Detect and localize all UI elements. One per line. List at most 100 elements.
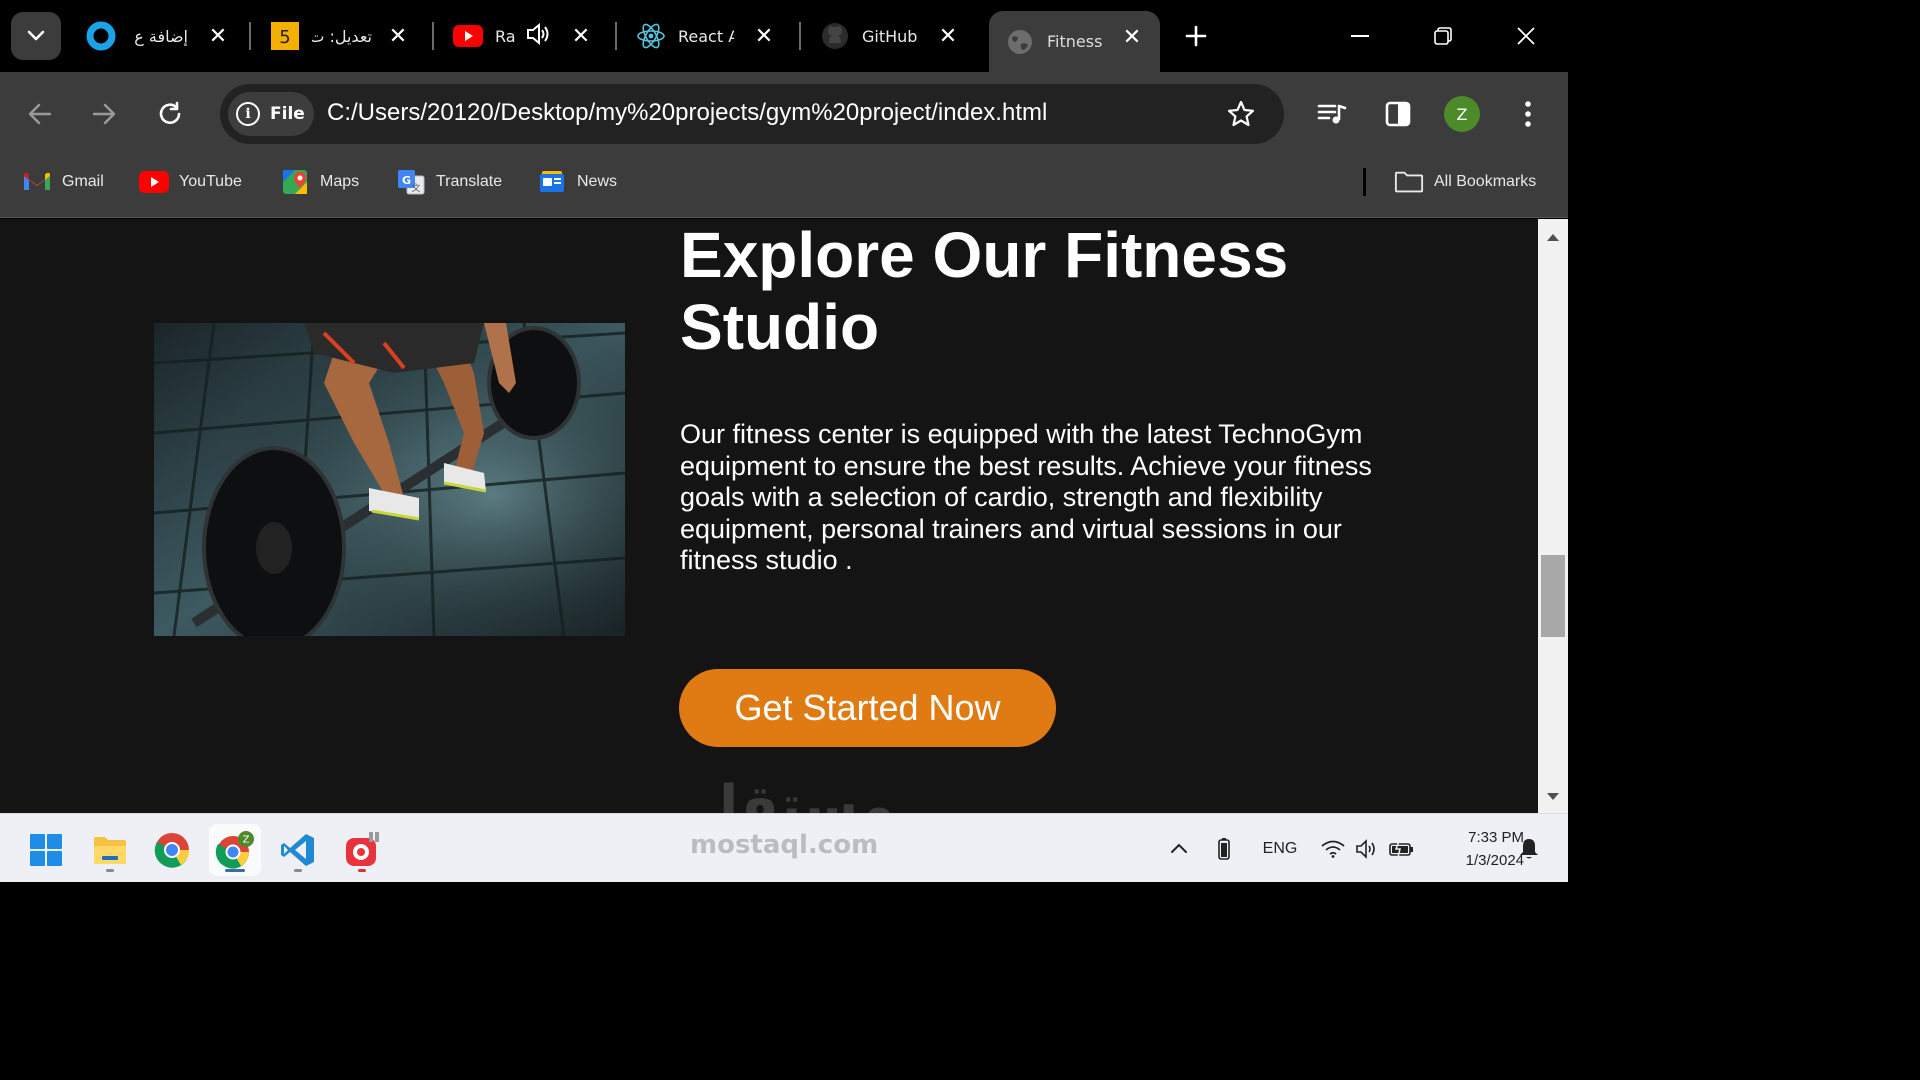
running-indicator [358,869,366,872]
windows-start-icon [30,834,62,866]
translate-icon: G文 [396,169,426,195]
tab-1[interactable]: إضافة ع ✕ [86,12,230,60]
bookmark-label: Gmail [62,173,104,190]
five-badge-icon: 5 [270,21,300,51]
svg-text:G: G [402,174,411,187]
language-label: ENG [1262,839,1298,857]
section-heading: Explore Our Fitness Studio [680,219,1289,363]
svg-text:文: 文 [411,182,420,194]
bookmark-news[interactable]: News [537,162,617,202]
file-explorer-taskbar[interactable] [84,824,136,876]
screen-recorder-taskbar[interactable] [336,824,388,876]
close-icon[interactable]: ✕ [752,24,776,49]
bookmarks-divider [1363,168,1366,196]
profile-avatar[interactable]: Z [1444,96,1480,132]
profile-initial: Z [1456,104,1468,124]
tab-title: إضافة ع [134,26,188,46]
restore-icon [1434,27,1452,45]
battery-indicator[interactable] [1212,814,1236,883]
battery-charging-icon [1389,840,1413,857]
page-viewport: Explore Our Fitness Studio Our fitness c… [0,219,1538,813]
vscode-icon [281,834,314,866]
section-description: Our fitness center is equipped with the … [680,419,1372,575]
bookmark-label: YouTube [179,173,242,190]
browser-menu-button[interactable] [1508,96,1548,132]
more-vertical-icon [1525,101,1531,127]
blue-ring-icon [86,21,116,51]
scroll-up-arrow[interactable] [1545,229,1561,245]
bookmark-gmail[interactable]: Gmail [22,162,104,202]
close-icon[interactable]: ✕ [936,24,960,49]
minimize-button[interactable] [1340,20,1380,52]
bookmark-youtube[interactable]: YouTube [139,162,242,202]
triangle-up-icon [1547,234,1559,241]
side-panel-button[interactable] [1378,96,1418,132]
wifi-indicator[interactable] [1320,814,1346,883]
minimize-icon [1351,35,1369,37]
watermark-latin: mostaql.com [690,830,879,860]
tab-title: Ra [495,26,515,46]
site-info-chip[interactable]: i File [228,92,314,136]
windows-taskbar: Z mostaql.com ENG 7:33 PM 1/3/2024 [0,813,1568,882]
show-hidden-icons-button[interactable] [1166,814,1192,883]
back-button[interactable] [20,96,60,132]
tab-5[interactable]: GitHub ✕ [820,12,960,60]
close-icon[interactable]: ✕ [569,24,593,49]
star-icon [1227,100,1255,127]
address-bar[interactable]: i File C:/Users/20120/Desktop/my%20proje… [220,84,1284,144]
tab-divider [432,22,434,50]
tab-title: Fitness [1047,32,1103,51]
reload-icon [159,101,181,124]
get-started-button[interactable]: Get Started Now [679,669,1056,747]
deadlift-photo [154,323,625,636]
tab-divider [615,22,617,50]
page-scrollbar[interactable] [1538,219,1568,813]
close-icon[interactable]: ✕ [1120,25,1144,50]
vscode-taskbar[interactable] [272,824,324,876]
new-tab-button[interactable] [1178,22,1214,50]
chrome-taskbar[interactable] [146,824,198,876]
bookmark-maps[interactable]: Maps [280,162,359,202]
all-bookmarks-button[interactable]: All Bookmarks [1394,162,1536,202]
scroll-thumb[interactable] [1541,555,1565,637]
youtube-icon [139,169,169,195]
bookmark-translate[interactable]: G文 Translate [396,162,502,202]
battery-charging-indicator[interactable] [1388,814,1416,883]
maps-icon [280,169,310,195]
system-clock[interactable]: 7:33 PM 1/3/2024 [1420,826,1524,872]
volume-indicator[interactable] [1354,814,1380,883]
globe-icon [1005,27,1035,57]
running-indicator [106,869,114,872]
bell-icon [1520,838,1538,858]
close-icon[interactable]: ✕ [386,24,410,49]
close-window-button[interactable] [1506,20,1546,52]
scroll-down-arrow[interactable] [1545,789,1561,805]
windows-start-button[interactable] [20,824,72,876]
media-control-button[interactable] [1312,96,1352,132]
svg-text:Z: Z [243,835,250,846]
tab-4[interactable]: React A ✕ [636,12,776,60]
chrome-profile-taskbar[interactable]: Z [209,824,261,876]
reload-button[interactable] [150,96,190,132]
tab-3[interactable]: Ra ✕ [453,12,593,60]
wifi-icon [1321,840,1345,858]
speaker-icon[interactable] [525,22,551,50]
url-text[interactable]: C:/Users/20120/Desktop/my%20projects/gym… [327,99,1047,127]
tab-2[interactable]: 5 تعديل: ت ✕ [270,12,410,60]
tab-6-active[interactable]: Fitness ✕ [989,11,1160,72]
browser-toolbar: i File C:/Users/20120/Desktop/my%20proje… [0,72,1568,218]
bookmark-star-button[interactable] [1224,97,1258,131]
arrow-right-icon [92,103,116,125]
close-icon[interactable]: ✕ [206,24,230,49]
tab-search-button[interactable] [11,12,61,60]
screen-recorder-icon [346,832,379,866]
youtube-icon [453,21,483,51]
watermark-arabic: مستقل [690,774,895,813]
mostaql-watermark: مستقل [690,774,895,813]
tab-divider [799,22,801,50]
forward-button[interactable] [84,96,124,132]
notifications-button[interactable] [1516,814,1542,883]
chrome-icon [154,833,190,868]
restore-button[interactable] [1423,20,1463,52]
language-indicator[interactable]: ENG [1256,814,1304,883]
